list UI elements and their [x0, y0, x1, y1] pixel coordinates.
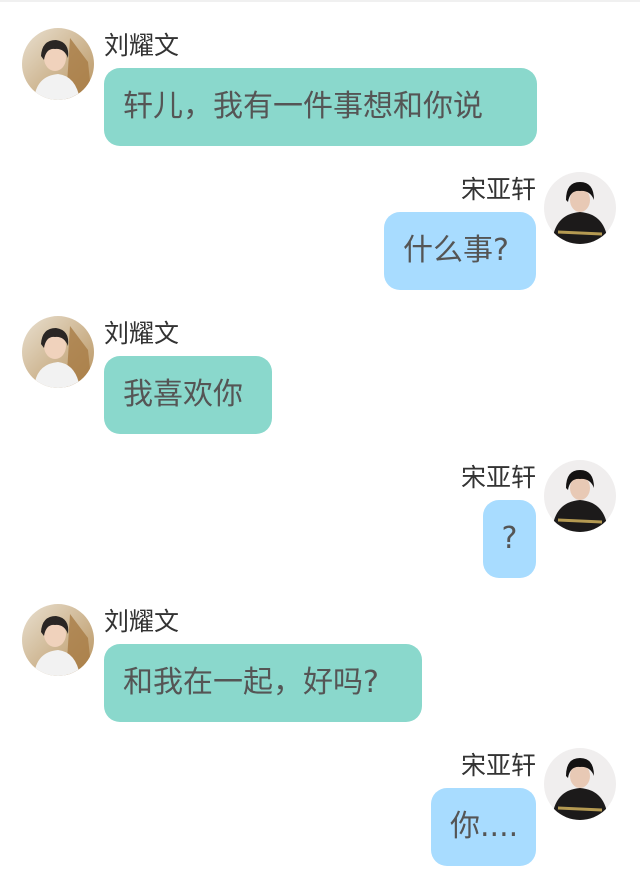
message-bubble[interactable]: 轩儿，我有一件事想和你说 [104, 68, 537, 146]
portrait-icon [544, 172, 616, 244]
sender-name: 刘耀文 [104, 319, 180, 348]
message-bubble[interactable]: ? [483, 500, 536, 578]
avatar[interactable] [22, 316, 94, 388]
portrait-icon [544, 748, 616, 820]
avatar[interactable] [22, 28, 94, 100]
message-bubble[interactable]: 我喜欢你 [104, 356, 272, 434]
sender-name: 刘耀文 [104, 607, 180, 636]
portrait-icon [22, 28, 94, 100]
sender-name: 宋亚轩 [460, 463, 536, 492]
avatar[interactable] [22, 604, 94, 676]
sender-name: 刘耀文 [104, 31, 180, 60]
avatar[interactable] [544, 172, 616, 244]
portrait-icon [544, 460, 616, 532]
portrait-icon [22, 604, 94, 676]
sender-name: 宋亚轩 [460, 175, 536, 204]
avatar[interactable] [544, 748, 616, 820]
message-bubble[interactable]: 你.... [431, 788, 536, 866]
sender-name: 宋亚轩 [460, 751, 536, 780]
portrait-icon [22, 316, 94, 388]
message-bubble[interactable]: 和我在一起，好吗? [104, 644, 422, 722]
avatar[interactable] [544, 460, 616, 532]
message-bubble[interactable]: 什么事? [384, 212, 536, 290]
top-divider [0, 0, 640, 2]
